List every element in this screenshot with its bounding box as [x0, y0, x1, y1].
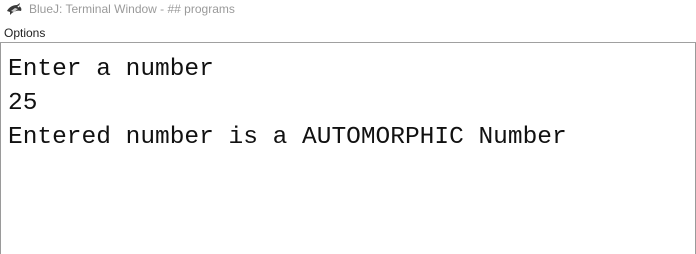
menu-options[interactable]: Options: [4, 25, 45, 41]
bluej-bird-icon: [6, 2, 24, 16]
window-title: BlueJ: Terminal Window - ## programs: [29, 2, 235, 16]
title-bar[interactable]: BlueJ: Terminal Window - ## programs: [0, 0, 696, 19]
terminal-line-result: Entered number is a AUTOMORPHIC Number: [8, 124, 567, 151]
terminal-output-area[interactable]: Enter a number 25 Entered number is a AU…: [0, 43, 696, 254]
terminal-line-input: 25: [8, 90, 38, 117]
menu-bar: Options: [0, 24, 696, 42]
terminal-window: BlueJ: Terminal Window - ## programs Opt…: [0, 0, 696, 254]
terminal-line-prompt: Enter a number: [8, 56, 214, 83]
